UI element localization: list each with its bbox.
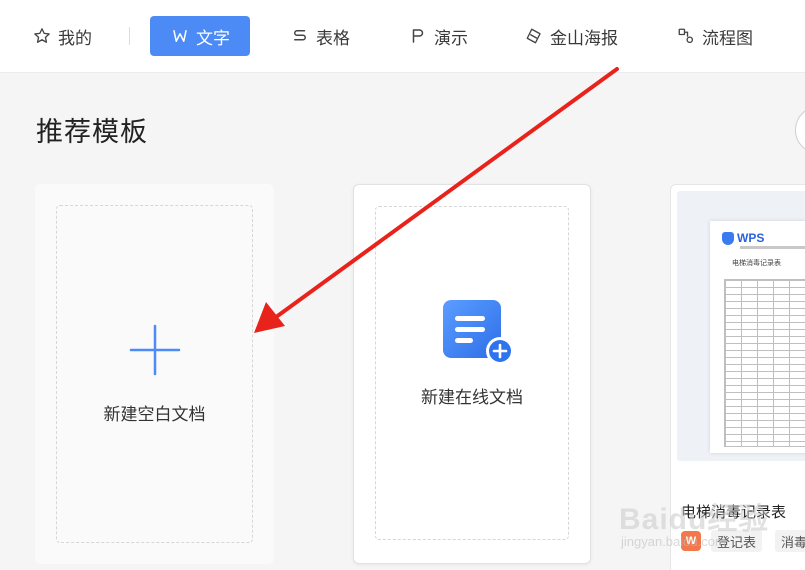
dashed-border (375, 206, 569, 540)
wps-logo: WPS (722, 231, 764, 245)
new-online-document-card[interactable]: 新建在线文档 (353, 184, 591, 564)
nav-label: 金山海报 (550, 28, 618, 49)
nav-item-sheet[interactable]: 表格 (290, 16, 350, 56)
nav-item-mine[interactable]: 我的 (32, 16, 92, 56)
nav-item-word[interactable]: 文字 (150, 16, 250, 56)
nav-label: 演示 (434, 28, 468, 49)
scroll-button[interactable] (795, 106, 805, 154)
nav-label: 流程图 (702, 28, 753, 49)
new-blank-document-card[interactable]: 新建空白文档 (35, 184, 274, 564)
nav-item-flowchart[interactable]: 流程图 (676, 16, 753, 56)
nav-label: 文字 (196, 28, 230, 49)
wps-shield-icon (722, 231, 734, 245)
nav-divider (129, 27, 130, 45)
word-icon (170, 26, 190, 46)
nav-item-poster[interactable]: 金山海报 (524, 16, 618, 56)
template-tag[interactable]: 消毒 (775, 530, 805, 552)
template-paper: WPS 电梯消毒记录表 (710, 221, 805, 453)
flowchart-icon (676, 26, 696, 46)
wps-brand-icon: W (681, 531, 701, 551)
card-label: 新建在线文档 (421, 388, 523, 408)
nav-label: 表格 (316, 28, 350, 49)
nav-label: 我的 (58, 28, 92, 49)
paper-subline (740, 246, 805, 249)
nav-item-presentation[interactable]: 演示 (408, 16, 468, 56)
star-icon (32, 26, 52, 46)
poster-icon (524, 26, 544, 46)
paper-title: 电梯消毒记录表 (732, 259, 781, 267)
template-thumbnail: WPS 电梯消毒记录表 (677, 191, 805, 461)
template-card[interactable]: WPS 电梯消毒记录表 电梯消毒记录表 W 登记表 消毒 (670, 184, 805, 570)
online-document-icon (443, 300, 514, 365)
presentation-icon (408, 26, 428, 46)
template-tag[interactable]: 登记表 (711, 530, 763, 552)
sheet-icon (290, 26, 310, 46)
table-grid (724, 279, 805, 447)
card-label: 新建空白文档 (103, 405, 206, 425)
top-nav: 我的 文字 表格 演示 金山海报 流程图 (0, 0, 805, 73)
template-name: 电梯消毒记录表 (681, 503, 787, 521)
plus-icon (129, 324, 181, 376)
section-title: 推荐模板 (36, 117, 148, 148)
